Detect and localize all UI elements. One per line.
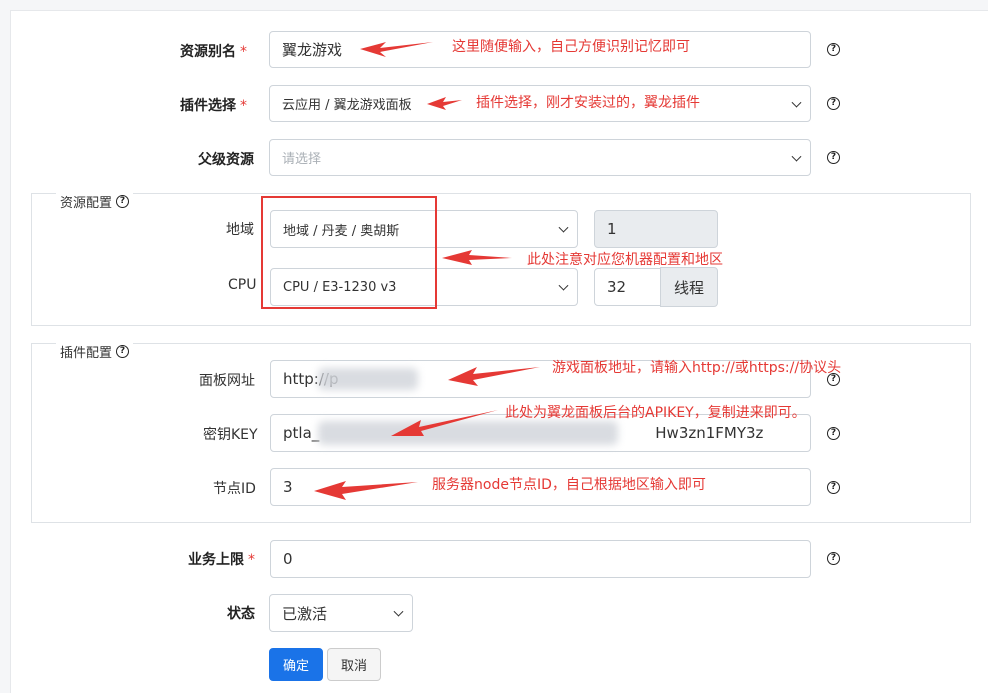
cpu-threads-input[interactable]: 32 — [594, 268, 662, 306]
redaction-blur — [318, 368, 418, 390]
chevron-down-icon — [791, 151, 802, 162]
parent-help-icon[interactable]: ? — [827, 151, 840, 164]
plugin-config-help-icon[interactable]: ? — [116, 345, 130, 358]
confirm-button[interactable]: 确定 — [269, 648, 323, 681]
resource-config-legend: 资源配置? — [56, 192, 134, 211]
annotation-text: 插件选择，刚才安装过的，翼龙插件 — [476, 95, 700, 111]
secret-key-label: 密钥KEY — [203, 427, 258, 443]
chevron-down-icon — [393, 606, 404, 617]
node-id-label: 节点ID — [213, 481, 256, 497]
panel-url-label: 面板网址 — [199, 373, 255, 389]
secret-key-help-icon[interactable]: ? — [827, 427, 840, 440]
annotation-text: 此处为翼龙面板后台的APIKEY，复制进来即可。 — [505, 405, 806, 421]
alias-help-icon[interactable]: ? — [827, 43, 840, 56]
cancel-button[interactable]: 取消 — [327, 648, 381, 681]
threads-unit-addon: 线程 — [660, 267, 718, 307]
chevron-down-icon — [558, 280, 569, 291]
chevron-down-icon — [558, 222, 569, 233]
region-count-input: 1 — [594, 210, 718, 248]
annotation-text: 这里随便输入，自己方便识别记忆即可 — [452, 39, 690, 55]
highlight-box — [261, 196, 437, 309]
alias-label: 资源别名 * — [180, 44, 247, 60]
annotation-text: 游戏面板地址，请输入http://或https://协议头 — [552, 360, 842, 376]
plugin-config-legend: 插件配置? — [56, 342, 134, 361]
chevron-down-icon — [791, 97, 802, 108]
cpu-label: CPU — [228, 277, 257, 293]
annotation-text: 服务器node节点ID，自己根据地区输入即可 — [432, 477, 706, 493]
parent-label: 父级资源 — [198, 152, 254, 168]
status-select[interactable]: 已激活 — [269, 594, 413, 632]
parent-select[interactable]: 请选择 — [269, 139, 811, 176]
status-label: 状态 — [227, 606, 255, 622]
business-limit-help-icon[interactable]: ? — [827, 552, 840, 565]
business-limit-label: 业务上限 * — [188, 552, 255, 568]
business-limit-input[interactable]: 0 — [270, 540, 811, 578]
annotation-text: 此处注意对应您机器配置和地区 — [527, 252, 723, 268]
region-label: 地域 — [226, 222, 254, 238]
redaction-blur — [318, 421, 618, 445]
node-id-help-icon[interactable]: ? — [827, 481, 840, 494]
resource-config-help-icon[interactable]: ? — [116, 195, 130, 208]
plugin-help-icon[interactable]: ? — [827, 97, 840, 110]
plugin-label: 插件选择 * — [180, 98, 247, 114]
